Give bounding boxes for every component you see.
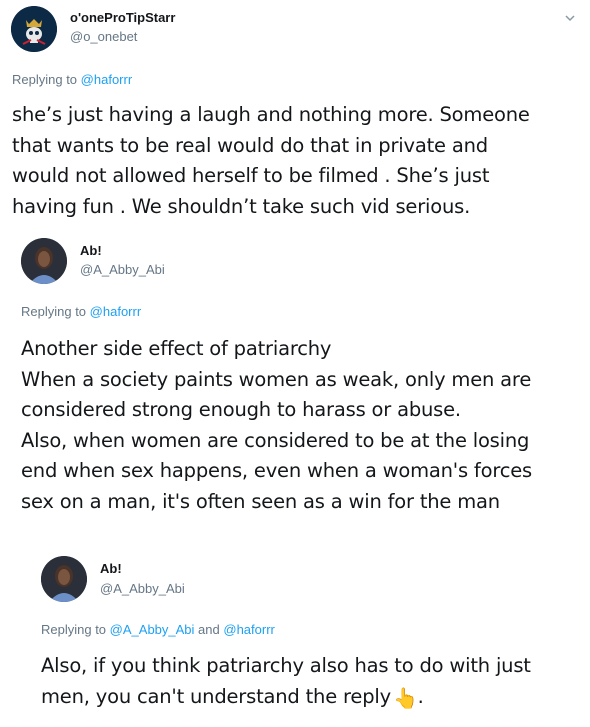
text-line: When a society paints women as weak, onl… xyxy=(21,367,532,391)
mention-link[interactable]: @A_Abby_Abi xyxy=(110,622,195,637)
display-name[interactable]: Ab! xyxy=(100,561,122,576)
replying-to-label: Replying to xyxy=(41,622,107,637)
tweet-text: Also, if you think patriarchy also has t… xyxy=(41,651,531,713)
text-line: considered strong enough to harass or ab… xyxy=(21,398,461,421)
text-line: Another side effect of patriarchy xyxy=(21,337,332,360)
text-line: she’s just having a laugh and nothing mo… xyxy=(12,103,530,126)
user-handle[interactable]: @A_Abby_Abi xyxy=(80,262,165,277)
replying-to: Replying to @haforrr xyxy=(12,72,132,87)
text-line: end when sex happens, even when a woman'… xyxy=(21,459,532,482)
tweet-3: Ab! @A_Abby_Abi Replying to @A_Abby_Abi … xyxy=(0,540,590,727)
avatar[interactable] xyxy=(21,238,67,284)
replying-to-label: Replying to xyxy=(21,304,87,319)
profile-photo-icon xyxy=(21,238,67,284)
text-segment: men, you can't understand the reply xyxy=(41,684,391,708)
text-line: that wants to be real would do that in p… xyxy=(12,133,488,157)
user-handle[interactable]: @A_Abby_Abi xyxy=(100,581,185,596)
mention-link[interactable]: @haforrr xyxy=(90,304,142,319)
text-segment: . xyxy=(417,684,424,708)
text-line: Also, when women are considered to be at… xyxy=(21,428,530,452)
text-line: would not allowed herself to be filmed .… xyxy=(12,164,490,187)
replying-to: Replying to @haforrr xyxy=(21,304,141,319)
avatar[interactable] xyxy=(41,556,87,602)
skull-crown-logo-icon xyxy=(11,6,57,52)
display-name[interactable]: o'oneProTipStarr xyxy=(70,10,175,25)
chevron-down-icon[interactable] xyxy=(564,12,576,24)
replying-to: Replying to @A_Abby_Abi and @haforrr xyxy=(41,622,275,637)
mention-link[interactable]: @haforrr xyxy=(223,622,275,637)
text-line: men, you can't understand the reply 👆. xyxy=(41,682,531,714)
replying-to-and: and xyxy=(198,622,220,637)
profile-photo-icon xyxy=(41,556,87,602)
text-line: Also, if you think patriarchy also has t… xyxy=(41,654,531,677)
replying-to-label: Replying to xyxy=(12,72,78,87)
tweet-text: Another side effect of patriarchy When a… xyxy=(21,334,532,517)
pointing-up-emoji-icon: 👆 xyxy=(392,685,418,710)
display-name[interactable]: Ab! xyxy=(80,243,102,258)
text-line: sex on a man, it's often seen as a win f… xyxy=(21,489,500,513)
text-line: having fun . We shouldn’t take such vid … xyxy=(12,194,471,218)
tweet-2: Ab! @A_Abby_Abi Replying to @haforrr Ano… xyxy=(0,230,590,540)
mention-link[interactable]: @haforrr xyxy=(81,72,133,87)
avatar[interactable] xyxy=(11,6,57,52)
tweet-1: o'oneProTipStarr @o_onebet Replying to @… xyxy=(0,0,590,230)
user-handle[interactable]: @o_onebet xyxy=(70,29,137,44)
tweet-text: she’s just having a laugh and nothing mo… xyxy=(12,100,530,222)
